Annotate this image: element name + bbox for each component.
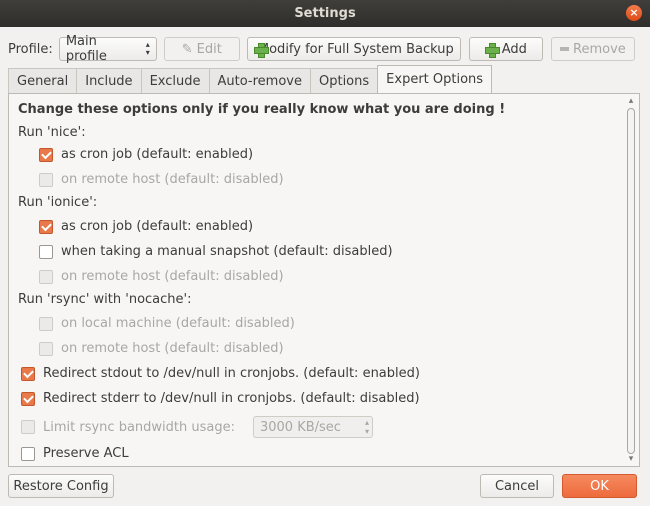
- add-button[interactable]: Add: [468, 37, 543, 61]
- edit-button[interactable]: ✎ Edit: [163, 37, 240, 61]
- cancel-label: Cancel: [494, 478, 540, 494]
- plus-icon: [484, 42, 500, 58]
- nice-heading: Run 'nice':: [18, 125, 86, 140]
- modify-full-backup-button[interactable]: Modify for Full System Backup: [246, 37, 461, 61]
- scroll-up-icon[interactable]: ▴: [625, 96, 637, 106]
- window-title: Settings: [294, 6, 356, 21]
- stderr-label: Redirect stderr to /dev/null in cronjobs…: [43, 391, 420, 406]
- tab-include[interactable]: Include: [76, 68, 142, 93]
- ionice-cron-option[interactable]: as cron job (default: enabled): [39, 219, 253, 234]
- restore-label: Restore Config: [13, 478, 109, 494]
- nocache-local-option[interactable]: on local machine (default: disabled): [39, 316, 295, 331]
- modify-label: Modify for Full System Backup: [257, 41, 454, 57]
- acl-checkbox[interactable]: [21, 446, 35, 461]
- profile-value: Main profile: [65, 34, 107, 64]
- cancel-button[interactable]: Cancel: [480, 474, 554, 498]
- profile-toolbar: Profile: Main profile ▴ ▾ ✎ Edit Modify f…: [8, 34, 640, 64]
- nocache-heading: Run 'rsync' with 'nocache':: [18, 292, 192, 307]
- profile-select[interactable]: Main profile ▴ ▾: [58, 34, 157, 64]
- tab-exclude[interactable]: Exclude: [140, 68, 210, 93]
- ionice-manual-option[interactable]: when taking a manual snapshot (default: …: [39, 244, 393, 259]
- nocache-remote-checkbox[interactable]: [39, 341, 53, 356]
- pencil-icon: ✎: [181, 41, 193, 57]
- settings-tabs: General Include Exclude Auto-remove Opti…: [8, 65, 493, 93]
- scroll-down-icon[interactable]: ▾: [625, 454, 637, 464]
- nocache-remote-label: on remote host (default: disabled): [61, 341, 284, 356]
- acl-option[interactable]: Preserve ACL: [21, 446, 129, 461]
- bwlimit-label: Limit rsync bandwidth usage:: [43, 419, 235, 435]
- nice-remote-label: on remote host (default: disabled): [61, 172, 284, 187]
- expert-options-panel: Change these options only if you really …: [8, 93, 640, 467]
- ionice-remote-checkbox[interactable]: [39, 269, 53, 284]
- nocache-local-checkbox[interactable]: [39, 316, 53, 331]
- bwlimit-spinner[interactable]: 3000 KB/sec ▴ ▾: [252, 416, 373, 438]
- stdout-checkbox[interactable]: [21, 366, 35, 381]
- stepper-arrows-icon: ▴ ▾: [364, 418, 369, 436]
- nice-cron-option[interactable]: as cron job (default: enabled): [39, 147, 253, 162]
- nocache-local-label: on local machine (default: disabled): [61, 316, 295, 331]
- ionice-cron-checkbox[interactable]: [39, 219, 53, 234]
- ionice-cron-label: as cron job (default: enabled): [61, 219, 254, 234]
- tab-options[interactable]: Options: [309, 68, 379, 93]
- ionice-remote-option[interactable]: on remote host (default: disabled): [39, 269, 284, 284]
- bwlimit-value: 3000 KB/sec: [259, 419, 341, 435]
- acl-label: Preserve ACL: [43, 446, 129, 461]
- vertical-scrollbar[interactable]: ▴ ▾: [625, 96, 637, 464]
- ok-label: OK: [590, 478, 609, 494]
- restore-config-button[interactable]: Restore Config: [8, 474, 114, 498]
- nice-cron-label: as cron job (default: enabled): [61, 147, 254, 162]
- updown-arrows-icon: ▴ ▾: [145, 40, 150, 57]
- stdout-label: Redirect stdout to /dev/null in cronjobs…: [43, 366, 420, 381]
- ionice-heading: Run 'ionice':: [18, 195, 98, 210]
- edit-label: Edit: [196, 41, 222, 57]
- nice-remote-option[interactable]: on remote host (default: disabled): [39, 172, 284, 187]
- footer-buttons: Restore Config Cancel OK: [8, 474, 637, 498]
- scroll-thumb[interactable]: [627, 108, 635, 454]
- ok-button[interactable]: OK: [562, 474, 637, 498]
- title-bar: Settings ×: [0, 0, 650, 27]
- settings-window: Settings × Profile: Main profile ▴ ▾ ✎ Ed…: [0, 0, 650, 506]
- add-label: Add: [501, 41, 527, 57]
- tab-expert-options[interactable]: Expert Options: [377, 65, 493, 93]
- ionice-remote-label: on remote host (default: disabled): [61, 269, 284, 284]
- bwlimit-option[interactable]: Limit rsync bandwidth usage: 3000 KB/sec…: [21, 416, 373, 438]
- remove-label: Remove: [573, 41, 626, 57]
- minus-icon: [559, 47, 570, 51]
- close-icon[interactable]: ×: [626, 5, 642, 21]
- stdout-option[interactable]: Redirect stdout to /dev/null in cronjobs…: [21, 366, 420, 381]
- stderr-option[interactable]: Redirect stderr to /dev/null in cronjobs…: [21, 391, 420, 406]
- warning-text: Change these options only if you really …: [18, 102, 506, 117]
- ionice-manual-label: when taking a manual snapshot (default: …: [61, 244, 393, 259]
- tab-general[interactable]: General: [8, 68, 78, 93]
- ionice-manual-checkbox[interactable]: [39, 244, 53, 259]
- nocache-remote-option[interactable]: on remote host (default: disabled): [39, 341, 284, 356]
- remove-button[interactable]: Remove: [550, 37, 635, 61]
- bwlimit-checkbox[interactable]: [21, 420, 35, 434]
- profile-label: Profile:: [8, 41, 53, 57]
- stderr-checkbox[interactable]: [21, 391, 35, 406]
- tab-auto-remove[interactable]: Auto-remove: [208, 68, 311, 93]
- nice-cron-checkbox[interactable]: [39, 147, 53, 162]
- nice-remote-checkbox[interactable]: [39, 172, 53, 187]
